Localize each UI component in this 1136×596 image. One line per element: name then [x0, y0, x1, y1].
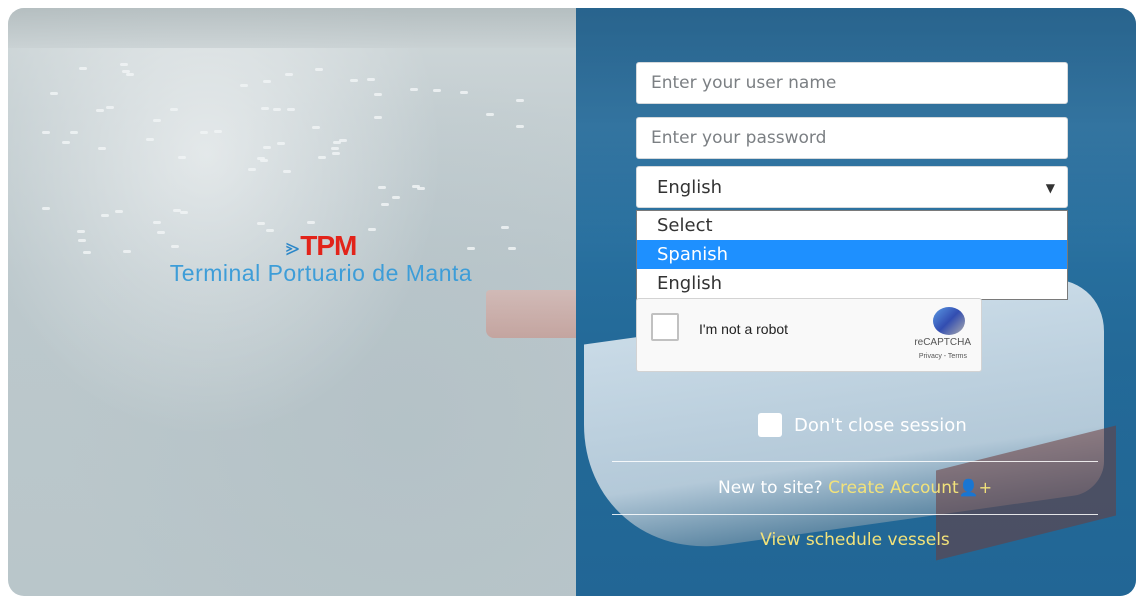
divider-bottom	[612, 514, 1098, 515]
boat-speck	[247, 167, 256, 171]
boat-speck	[366, 77, 375, 81]
boat-speck	[350, 79, 358, 83]
boat-speck	[145, 137, 154, 141]
recaptcha-terms-link[interactable]: Privacy - Terms	[919, 353, 967, 360]
boat-speck	[409, 88, 418, 92]
create-account-link[interactable]: Create Account	[828, 478, 959, 498]
boat-speck	[260, 107, 269, 111]
language-option-english[interactable]: English	[637, 269, 1067, 298]
boat-speck	[283, 169, 292, 173]
boat-speck	[318, 155, 327, 159]
boat-speck	[77, 238, 86, 242]
language-option-select[interactable]: Select	[637, 211, 1067, 240]
boat-speck	[213, 129, 222, 133]
boat-speck	[263, 80, 272, 84]
new-to-site-text: New to site?	[718, 478, 823, 498]
recaptcha-widget: I'm not a robot reCAPTCHA Privacy - Term…	[636, 298, 982, 372]
logo-mark-text: TPM	[300, 230, 357, 261]
boat-speck	[391, 195, 400, 199]
boat-speck	[433, 88, 442, 92]
new-to-site-line: New to site? Create Account👤+	[612, 478, 1098, 498]
boat-speck	[486, 113, 495, 117]
boat-speck	[120, 63, 129, 67]
boat-speck	[114, 209, 123, 213]
boat-speck	[61, 141, 70, 145]
password-input[interactable]	[636, 117, 1068, 159]
boat-speck	[257, 222, 266, 226]
boat-speck	[122, 70, 131, 74]
boat-speck	[41, 131, 50, 135]
boat-speck	[306, 220, 315, 224]
boat-speck	[98, 147, 107, 151]
boat-speck	[331, 152, 340, 156]
boat-speck	[95, 109, 104, 113]
boat-speck	[515, 124, 524, 128]
keep-session-label: Don't close session	[794, 414, 967, 436]
boat-speck	[373, 93, 382, 97]
username-input[interactable]	[636, 62, 1068, 104]
boat-speck	[273, 107, 282, 111]
boat-speck	[78, 66, 87, 70]
boat-speck	[277, 141, 286, 145]
recaptcha-checkbox[interactable]	[651, 313, 679, 341]
logo-arrow-icon: ⪢	[285, 234, 300, 261]
boat-speck	[177, 155, 186, 159]
tpm-logo: ⪢TPM Terminal Portuario de Manta	[126, 230, 516, 300]
boat-speck	[257, 157, 266, 161]
boat-speck	[339, 139, 348, 143]
boat-speck	[311, 125, 320, 129]
boat-speck	[199, 130, 208, 134]
boat-speck	[411, 184, 420, 188]
boat-speck	[239, 83, 248, 87]
boat-speck	[459, 90, 468, 94]
boat-speck	[515, 98, 524, 102]
language-selected-value: English	[657, 177, 722, 198]
recaptcha-label: I'm not a robot	[699, 321, 789, 337]
boat-speck	[170, 107, 179, 111]
logo-company-name: Terminal Portuario de Manta	[169, 260, 473, 286]
keep-session-checkbox[interactable]	[758, 413, 782, 437]
boat-speck	[82, 251, 91, 255]
boat-speck	[263, 146, 272, 150]
boat-speck	[373, 116, 382, 120]
boat-speck	[315, 67, 324, 71]
boat-speck	[77, 229, 86, 233]
boat-speck	[100, 213, 109, 217]
boat-speck	[50, 92, 59, 96]
boat-speck	[287, 107, 296, 111]
keep-session-control[interactable]: Don't close session	[758, 412, 967, 438]
language-select[interactable]: English ▼	[636, 166, 1068, 208]
city-skyline	[8, 8, 576, 48]
caret-down-icon: ▼	[1045, 181, 1055, 195]
boat-speck	[153, 119, 162, 123]
add-user-icon[interactable]: 👤+	[959, 478, 992, 497]
language-option-spanish[interactable]: Spanish	[637, 240, 1067, 269]
boat-speck	[285, 72, 293, 76]
divider-top	[612, 461, 1098, 462]
recaptcha-logo-icon	[933, 307, 965, 335]
boat-speck	[380, 203, 389, 207]
boat-speck	[106, 105, 114, 109]
recaptcha-brand: reCAPTCHA	[914, 337, 971, 348]
boat-speck	[378, 185, 387, 189]
boat-speck	[42, 206, 51, 210]
boat-speck	[180, 211, 189, 215]
harbor-background: ⪢TPM Terminal Portuario de Manta	[8, 8, 576, 596]
language-dropdown: Select Spanish English	[636, 210, 1068, 300]
boat-speck	[70, 130, 79, 134]
boat-speck	[330, 146, 339, 150]
boat-speck	[173, 208, 182, 212]
boat-speck	[152, 220, 161, 224]
view-schedule-vessels-link[interactable]: View schedule vessels	[612, 530, 1098, 550]
